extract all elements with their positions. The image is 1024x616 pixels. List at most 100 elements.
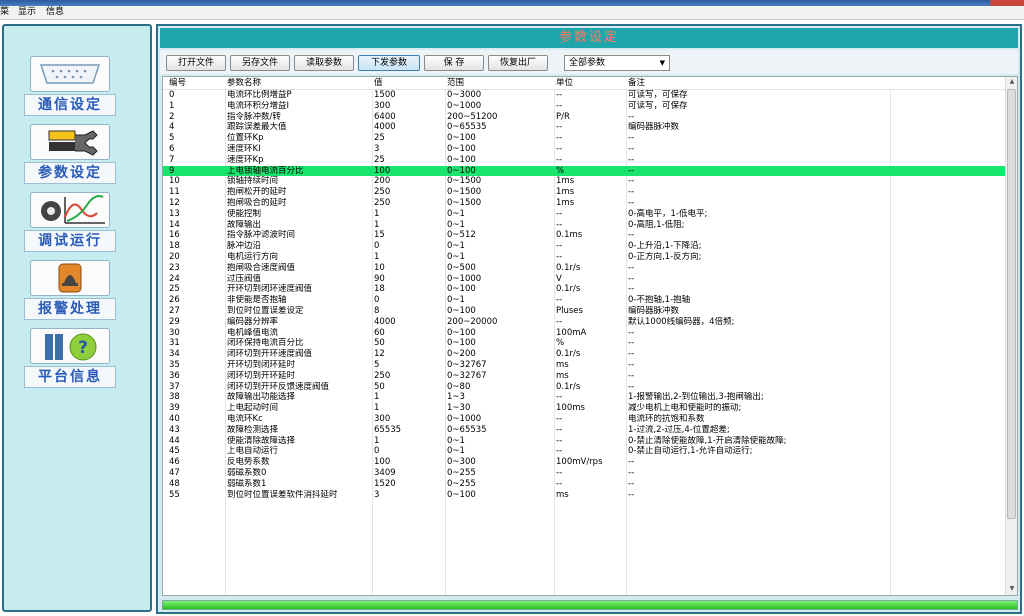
- table-row[interactable]: 20 电机运行方向 1 0~1 -- 0-正方向,1-反方向;: [163, 252, 1005, 262]
- cell-remark: 电流环的抗饱和系数: [628, 414, 705, 424]
- menu-item-display[interactable]: 显示: [18, 6, 36, 19]
- cell-name: 电流环积分增益I: [227, 100, 290, 111]
- table-row[interactable]: 30 电机峰值电流 60 0~100 100mA --: [163, 328, 1005, 338]
- cell-value: 6400: [374, 111, 396, 122]
- table-row[interactable]: 5 位置环Kp 25 0~100 -- --: [163, 133, 1005, 143]
- table-row[interactable]: 26 非使能是否抱轴 0 0~1 -- 0-不抱轴,1-抱轴: [163, 295, 1005, 305]
- table-row[interactable]: 11 抱闸松开的延时 250 0~1500 1ms --: [163, 187, 1005, 197]
- open-file-button[interactable]: 打开文件: [166, 55, 226, 71]
- cell-remark: 0-正方向,1-反方向;: [628, 252, 702, 262]
- column-header-range[interactable]: 范围: [447, 77, 553, 89]
- table-row[interactable]: 14 故障输出 1 0~1 -- 0-高阻,1-低阻;: [163, 220, 1005, 230]
- table-row[interactable]: 24 过压阀值 90 0~1000 V --: [163, 274, 1005, 284]
- cell-unit: %: [556, 338, 565, 349]
- table-row[interactable]: 34 闭环切到开环速度阀值 12 0~200 0.1r/s --: [163, 349, 1005, 359]
- cell-name: 上电起动时间: [227, 403, 279, 414]
- chart-curve-icon: [30, 192, 110, 228]
- vertical-scrollbar[interactable]: ▲ ▼: [1005, 77, 1017, 595]
- read-params-button[interactable]: 读取参数: [294, 55, 354, 71]
- table-row[interactable]: 48 弱磁系数1 1520 0~255 -- --: [163, 479, 1005, 489]
- table-row[interactable]: 12 抱闸吸合的延时 250 0~1500 1ms --: [163, 198, 1005, 208]
- table-row[interactable]: 43 故障检测选择 65535 0~65535 -- 1-过流,2-过压,4-位置超差;: [163, 425, 1005, 435]
- table-row[interactable]: 16 指令脉冲滤波时间 15 0~512 0.1ms --: [163, 230, 1005, 240]
- cell-range: 0~32767: [447, 360, 487, 370]
- scrollbar-thumb[interactable]: [1007, 89, 1016, 519]
- cell-unit: --: [556, 144, 563, 154]
- restore-factory-button[interactable]: 恢复出厂: [488, 55, 548, 71]
- cell-unit: 1ms: [556, 198, 575, 208]
- column-header-unit[interactable]: 单位: [556, 77, 624, 89]
- cell-id: 43: [169, 424, 180, 435]
- cell-name: 使能清除故障选择: [227, 435, 296, 446]
- cell-value: 1: [374, 219, 380, 230]
- table-row[interactable]: 25 开环切到闭环速度阀值 18 0~100 0.1r/s --: [163, 284, 1005, 294]
- table-row[interactable]: 0 电流环比例增益P 1500 0~3000 -- 可读写，可保存: [163, 90, 1005, 100]
- cell-unit: --: [556, 446, 563, 457]
- cell-value: 60: [374, 327, 385, 338]
- download-params-button[interactable]: 下发参数: [358, 55, 420, 71]
- table-row[interactable]: 13 使能控制 1 0~1 -- 0-高电平，1-低电平;: [163, 209, 1005, 219]
- cell-unit: ms: [556, 360, 569, 370]
- cell-range: 0~1500: [447, 198, 482, 208]
- cell-remark: 0-不抱轴,1-抱轴: [628, 295, 691, 306]
- cell-value: 250: [374, 198, 391, 208]
- cell-remark: --: [628, 187, 635, 198]
- table-row[interactable]: 31 闭环保持电流百分比 50 0~100% --: [163, 338, 1005, 348]
- table-row[interactable]: 55 到位时位置误差软件消抖延时 3 0~100 ms --: [163, 490, 1005, 500]
- cell-range: 0~1500: [447, 187, 482, 198]
- column-header-value[interactable]: 值: [374, 77, 442, 89]
- cell-value: 18: [374, 284, 385, 295]
- alarm-bell-icon: [30, 260, 110, 296]
- table-row[interactable]: 4 跟踪误差最大值 4000 0~65535 -- 编码器脉冲数: [163, 122, 1005, 132]
- table-row[interactable]: 38 故障输出功能选择 1 1~3 -- 1-报警输出,2-到位输出,3-抱闸输出;: [163, 392, 1005, 402]
- table-row[interactable]: 46 反电势系数 100 0~300 100mV/rps --: [163, 457, 1005, 467]
- table-row[interactable]: 39 上电起动时间 1 1~30 100ms 减少电机上电和使能时的振动;: [163, 403, 1005, 413]
- table-row[interactable]: 37 闭环切到开环反馈速度阀值 50 0~80 0.1r/s --: [163, 382, 1005, 392]
- table-row[interactable]: 9 上电锁轴电流百分比 100 0~100% --: [163, 165, 1005, 176]
- table-row[interactable]: 35 开环切到闭环延时 5 0~32767 ms --: [163, 360, 1005, 370]
- cell-value: 3: [374, 144, 380, 154]
- cell-remark: 0-高电平，1-低电平;: [628, 208, 708, 219]
- cell-value: 3409: [374, 468, 396, 478]
- table-row[interactable]: 36 闭环切到开环延时 250 0~32767 ms --: [163, 371, 1005, 381]
- cell-range: 0~255: [447, 478, 476, 489]
- column-header-name[interactable]: 参数名称: [227, 77, 369, 89]
- table-row[interactable]: 44 使能清除故障选择 1 0~1 -- 0-禁止清除使能故障,1-开启清除使能故障;: [163, 436, 1005, 446]
- cell-unit: P/R: [556, 111, 570, 122]
- table-row[interactable]: 18 脉冲边沿 0 0~1 -- 0-上升沿,1-下降沿;: [163, 241, 1005, 251]
- table-row[interactable]: 40 电流环Kc 300 0~1000 -- 电流环的抗饱和系数: [163, 414, 1005, 424]
- table-row[interactable]: 47 弱磁系数0 3409 0~255 -- --: [163, 468, 1005, 478]
- table-row[interactable]: 45 上电自动运行 0 0~1 -- 0-禁止自动运行,1-允许自动运行;: [163, 446, 1005, 456]
- table-row[interactable]: 1 电流环积分增益I 300 0~1000 -- 可读写，可保存: [163, 101, 1005, 111]
- cell-value: 0: [374, 446, 380, 457]
- param-filter-select[interactable]: 全部参数 ▼: [564, 55, 670, 71]
- cell-remark: --: [628, 489, 635, 500]
- table-row[interactable]: 29 编码器分辨率 4000 200~20000 -- 默认1000线编码器，4倍频;: [163, 317, 1005, 327]
- cell-id: 23: [169, 262, 180, 273]
- scroll-up-icon[interactable]: ▲: [1006, 77, 1017, 87]
- cell-unit: --: [556, 478, 563, 489]
- table-row[interactable]: 7 速度环Kp 25 0~100 -- --: [163, 155, 1005, 165]
- table-row[interactable]: 2 指令脉冲数/转 6400 200~51200 P/R --: [163, 112, 1005, 122]
- cell-id: 44: [169, 435, 180, 446]
- table-row[interactable]: 23 抱闸吸合速度阀值 10 0~500 0.1r/s --: [163, 263, 1005, 273]
- cell-name: 弱磁系数0: [227, 468, 267, 478]
- cell-remark: 编码器脉冲数: [628, 306, 680, 316]
- table-row[interactable]: 10 锁轴持续时间 200 0~1500 1ms --: [163, 176, 1005, 186]
- column-header-remark[interactable]: 备注: [628, 77, 888, 89]
- column-header-id[interactable]: 编号: [169, 77, 223, 89]
- table-row[interactable]: 27 到位时位置误差设定 8 0~100 Pluses 编码器脉冲数: [163, 306, 1005, 316]
- cell-id: 12: [169, 198, 180, 208]
- scroll-down-icon[interactable]: ▼: [1006, 584, 1017, 594]
- save-button[interactable]: 保 存: [424, 55, 484, 71]
- cell-name: 闭环切到开环延时: [227, 370, 296, 381]
- cell-range: 1~3: [447, 392, 465, 403]
- menu-item-file[interactable]: 菜: [0, 6, 9, 19]
- cell-name: 非使能是否抱轴: [227, 295, 287, 306]
- chevron-down-icon: ▼: [659, 59, 665, 67]
- menu-item-info[interactable]: 信息: [46, 6, 64, 19]
- cell-value: 12: [374, 349, 385, 360]
- save-as-button[interactable]: 另存文件: [230, 55, 290, 71]
- table-row[interactable]: 6 速度环KI 3 0~100 -- --: [163, 144, 1005, 154]
- cell-range: 0~1: [447, 208, 465, 219]
